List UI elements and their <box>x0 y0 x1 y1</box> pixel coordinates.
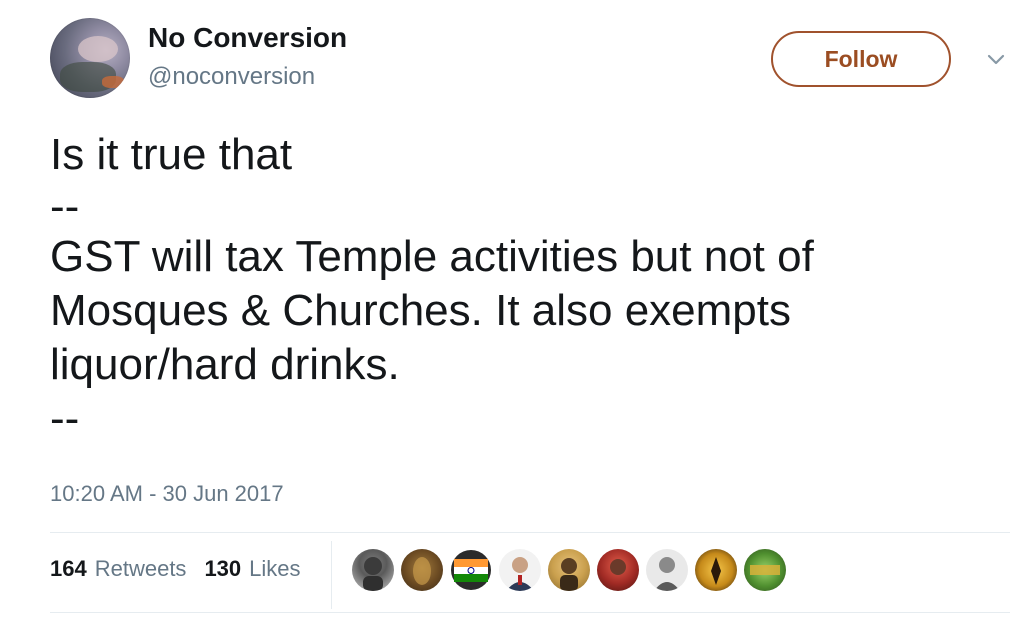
liker-avatar-6[interactable] <box>597 549 639 591</box>
liker-avatar-2[interactable] <box>401 549 443 591</box>
likers-facepile <box>352 549 786 591</box>
liker-avatar-5[interactable] <box>548 549 590 591</box>
retweets-label[interactable]: Retweets <box>95 556 187 582</box>
stats-divider <box>331 541 332 609</box>
tweet-line: GST will tax Temple activities but not o… <box>50 232 814 389</box>
avatar-shape-1 <box>78 36 118 62</box>
author-avatar[interactable] <box>50 18 130 98</box>
likes-count[interactable]: 130 <box>204 556 241 582</box>
liker-avatar-1[interactable] <box>352 549 394 591</box>
tweet-text: Is it true that -- GST will tax Temple a… <box>50 128 970 446</box>
tweet-stats: 164 Retweets 130 Likes <box>50 556 301 582</box>
liker-avatar-9[interactable] <box>744 549 786 591</box>
tweet-line: Is it true that <box>50 130 293 179</box>
tweet-timestamp[interactable]: 10:20 AM - 30 Jun 2017 <box>50 481 284 507</box>
liker-avatar-3[interactable] <box>450 549 492 591</box>
tweet-line: -- <box>50 182 80 231</box>
avatar-shape-3 <box>102 76 124 88</box>
tweet-card: No Conversion @noconversion Follow Is it… <box>0 0 1024 625</box>
liker-avatar-4[interactable] <box>499 549 541 591</box>
tweet-line: -- <box>50 394 80 443</box>
likes-label[interactable]: Likes <box>249 556 300 582</box>
liker-avatar-8[interactable] <box>695 549 737 591</box>
chevron-down-icon[interactable] <box>985 48 1007 70</box>
liker-avatar-7[interactable] <box>646 549 688 591</box>
follow-button[interactable]: Follow <box>771 31 951 87</box>
divider <box>50 532 1010 533</box>
author-display-name[interactable]: No Conversion <box>148 22 347 54</box>
author-screen-name[interactable]: @noconversion <box>148 63 315 91</box>
retweets-count[interactable]: 164 <box>50 556 87 582</box>
divider <box>50 612 1010 613</box>
